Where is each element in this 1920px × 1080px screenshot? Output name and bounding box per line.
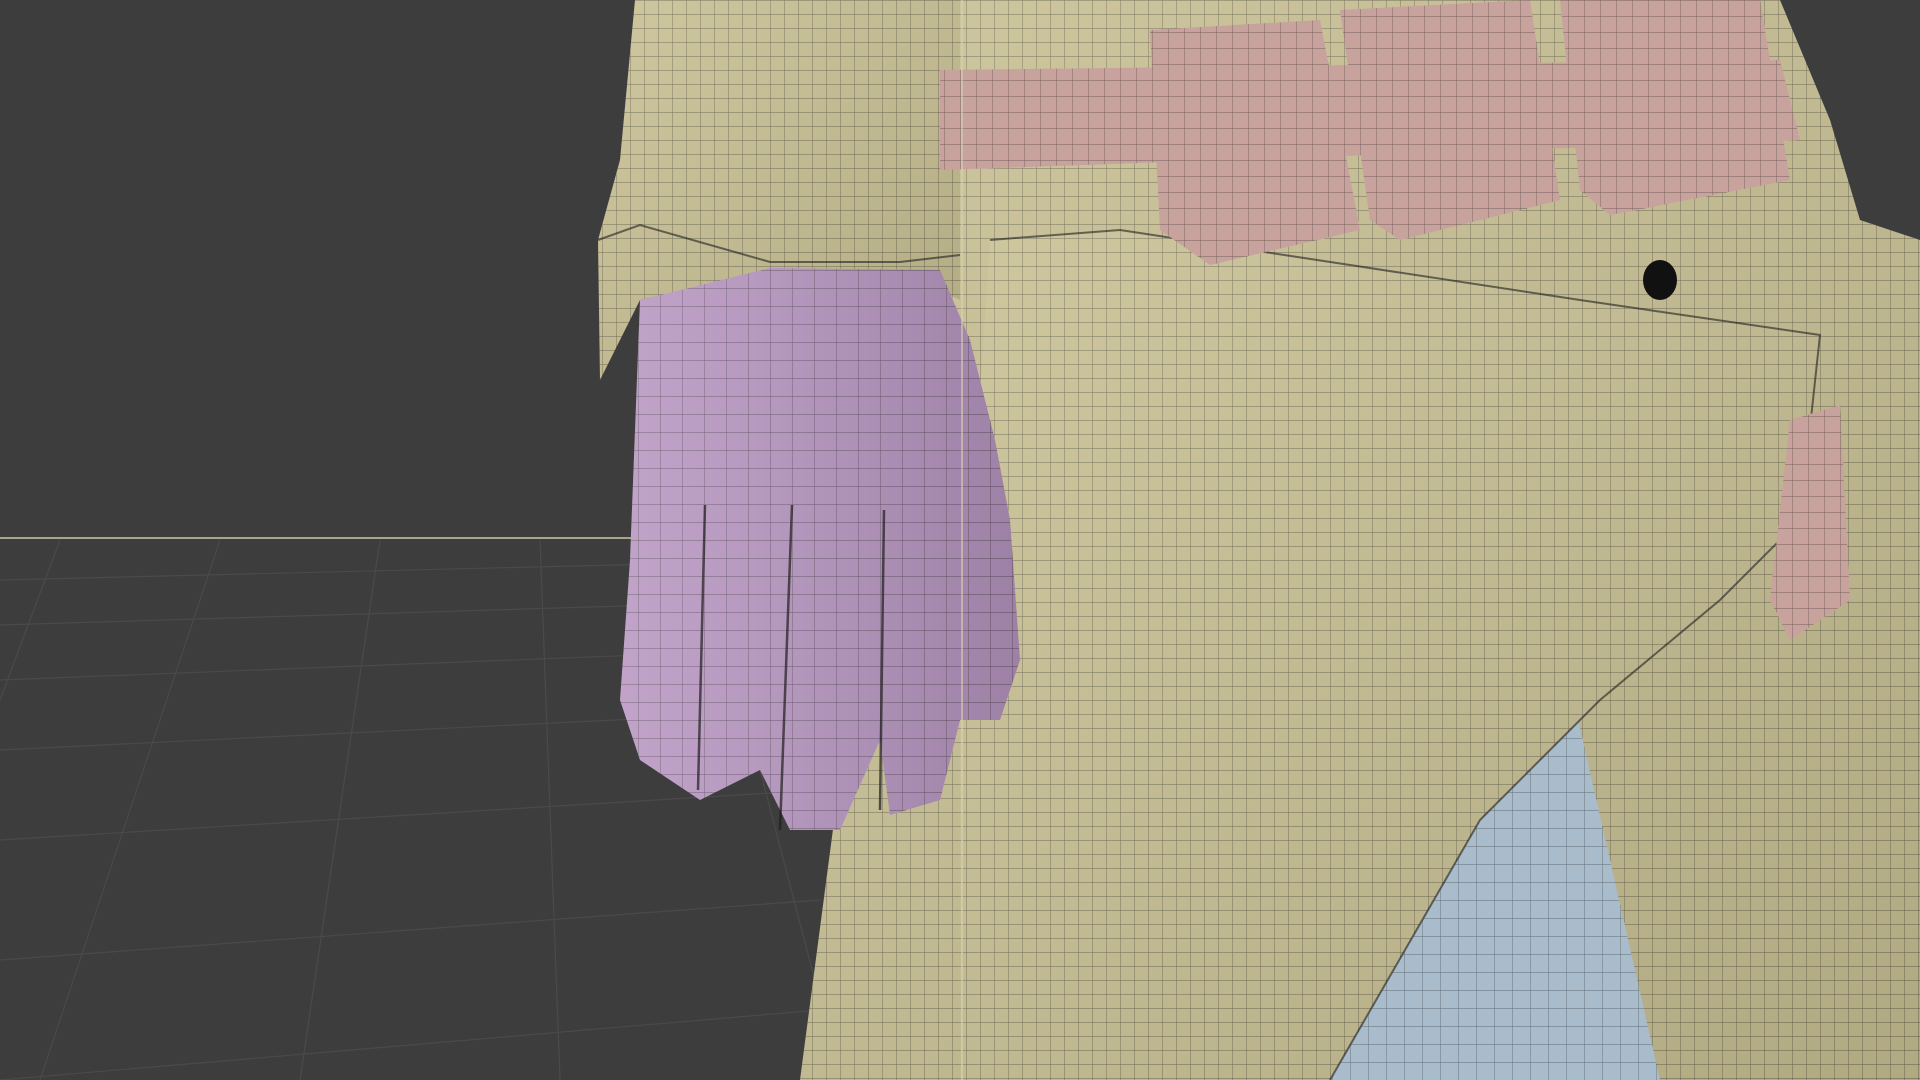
viewport-canvas[interactable] [0,0,1920,1080]
coat-button [1643,260,1677,300]
3d-viewport[interactable] [0,0,1920,1080]
